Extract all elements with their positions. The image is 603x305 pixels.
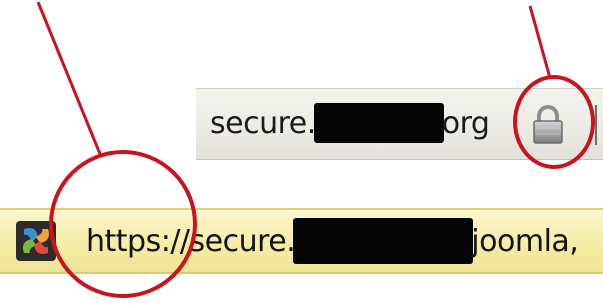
url-prefix-text: https://secure. (86, 223, 296, 259)
annotation-line-right (528, 5, 552, 79)
joomla-favicon-icon (16, 221, 56, 261)
address-bar-url[interactable]: https://secure. joomla, (86, 218, 579, 264)
status-bar-url: secure. org (210, 103, 490, 143)
url-prefix-text: secure. (210, 105, 316, 141)
redacted-domain (293, 218, 474, 264)
padlock-icon[interactable] (530, 103, 566, 145)
redacted-domain (313, 103, 444, 143)
annotation-line-left (36, 1, 102, 155)
toolbar-divider (595, 105, 601, 145)
status-bar: secure. org (196, 88, 603, 160)
url-suffix-text: joomla, (471, 223, 579, 259)
address-bar[interactable]: https://secure. joomla, (0, 208, 603, 274)
url-suffix-text: org (441, 105, 490, 141)
